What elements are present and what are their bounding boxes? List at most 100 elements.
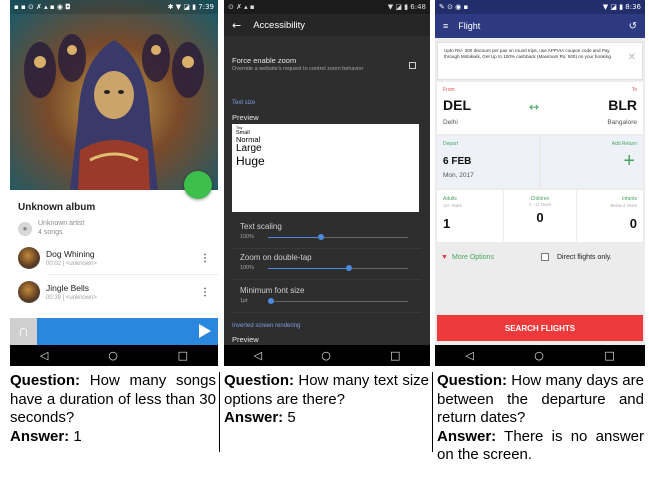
- music-screen: ▪ ▪ ⊙ ✗ ▴ ▪ ◉ ◘ ✱ ▼ ◪ ▮ 7:39 Unknown alb…: [10, 0, 218, 366]
- page-title: Accessibility: [253, 19, 305, 31]
- nav-bar: ◁ ○ □: [10, 345, 218, 366]
- more-options-toggle[interactable]: ▼ More Options: [441, 254, 494, 261]
- mini-player[interactable]: ∩: [10, 318, 218, 345]
- search-flights-button[interactable]: SEARCH FLIGHTS: [437, 315, 643, 341]
- slider-thumb[interactable]: [318, 234, 325, 240]
- children-count: 0: [536, 210, 544, 225]
- divider: [232, 312, 422, 313]
- headphones-icon: ∩: [10, 318, 37, 345]
- divider: [232, 248, 422, 249]
- return-box[interactable]: Add Return +: [541, 136, 643, 188]
- offer-text: Upto Rs/- 300 discount per pax on round …: [444, 48, 613, 59]
- question-label: Question:: [10, 372, 80, 389]
- adults-age: 12+ Years: [443, 203, 462, 208]
- date-row: Depart 6 FEB Mon, 2017 Add Return +: [437, 136, 643, 188]
- divider: [48, 274, 218, 275]
- preview-label: Preview: [232, 335, 259, 344]
- question-label: Question:: [224, 372, 294, 389]
- offer-banner: Upto Rs/- 300 discount per pax on round …: [437, 42, 643, 80]
- song-title: Dog Whining: [46, 248, 95, 259]
- adults-selector[interactable]: Adults 12+ Years 1: [437, 190, 503, 242]
- song-title: Jingle Bells: [46, 282, 89, 293]
- origin-code[interactable]: DEL: [443, 97, 471, 113]
- slider-fill: [268, 237, 322, 238]
- depart-box[interactable]: Depart 6 FEB Mon, 2017: [437, 136, 539, 188]
- status-icons-right: ▼ ◪ ▮ 6:48: [387, 3, 426, 11]
- song-thumbnail: [18, 281, 40, 303]
- back-icon[interactable]: ◁: [465, 349, 473, 362]
- swap-icon[interactable]: ↔: [529, 100, 539, 114]
- more-options-label: More Options: [451, 254, 494, 261]
- slider-thumb[interactable]: [346, 265, 353, 271]
- origin-city: Delhi: [443, 119, 458, 126]
- plus-icon[interactable]: +: [623, 150, 635, 173]
- depart-label: Depart: [443, 141, 459, 147]
- children-age: 2 - 11 Years: [528, 202, 552, 207]
- slider-label: Zoom on double-tap: [240, 253, 312, 262]
- infants-count: 0: [629, 216, 637, 231]
- passenger-row: Adults 12+ Years 1 Children 2 - 11 Years…: [437, 190, 643, 242]
- preview-huge: Huge: [236, 153, 265, 168]
- status-icons-left: ✎ ⊙ ◉ ▪: [439, 3, 469, 11]
- menu-icon[interactable]: ≡: [443, 21, 448, 31]
- slider-label: Text scaling: [240, 222, 282, 231]
- depart-date: 6 FEB: [443, 156, 472, 167]
- app-bar: ≡ Flight ↺: [435, 14, 645, 38]
- flight-panel: ✎ ⊙ ◉ ▪ ▼ ◪ ▮ 8:36 ≡ Flight ↺ Upto Rs/- …: [435, 0, 645, 366]
- answer-text: 5: [287, 409, 296, 426]
- status-bar: ✎ ⊙ ◉ ▪ ▼ ◪ ▮ 8:36: [435, 0, 645, 14]
- text-size-section-header: Text size: [232, 100, 256, 106]
- slider-track[interactable]: [268, 301, 408, 302]
- recents-icon[interactable]: □: [390, 349, 400, 362]
- qa-block: Question: How many days are between the …: [437, 372, 644, 465]
- force-zoom-label[interactable]: Force enable zoom: [232, 56, 296, 65]
- answer-label: Answer:: [437, 427, 497, 445]
- back-icon[interactable]: ◁: [254, 349, 262, 362]
- nav-bar: ◁ ○ □: [435, 345, 645, 366]
- home-icon[interactable]: ○: [321, 349, 331, 362]
- infants-age: Below 2 Years: [610, 203, 637, 208]
- direct-flights-option[interactable]: Direct flights only.: [541, 253, 612, 261]
- slider-value: 100%: [240, 265, 255, 271]
- more-options-icon[interactable]: ⋮: [200, 287, 210, 298]
- destination-code[interactable]: BLR: [608, 97, 637, 113]
- song-item[interactable]: Dog Whining 00:02 | <unknown> ⋮: [18, 247, 210, 269]
- route-card[interactable]: From To DEL BLR ↔ Delhi Bangalore: [437, 82, 643, 134]
- force-zoom-checkbox[interactable]: [409, 62, 416, 69]
- status-icons-right: ▼ ◪ ▮ 8:36: [602, 3, 641, 11]
- accessibility-screen: ⊙ ✗ ▴ ▪ ▼ ◪ ▮ 6:48 ← Accessibility Force…: [224, 0, 430, 366]
- song-thumbnail: [18, 247, 40, 269]
- infants-selector[interactable]: Infants Below 2 Years 0: [577, 190, 643, 242]
- back-icon[interactable]: ◁: [40, 349, 48, 362]
- inverted-rendering-section-header: Inverted screen rendering: [232, 323, 301, 329]
- play-icon[interactable]: [199, 324, 211, 338]
- from-label: From: [443, 87, 455, 93]
- back-arrow-icon[interactable]: ←: [232, 19, 241, 32]
- preview-label: Preview: [232, 113, 259, 122]
- direct-flights-checkbox[interactable]: [541, 253, 549, 261]
- song-duration: 00:02 | <unknown>: [46, 260, 97, 267]
- history-icon[interactable]: ↺: [629, 21, 637, 32]
- close-icon[interactable]: ✕: [628, 53, 636, 63]
- home-icon[interactable]: ○: [534, 349, 544, 362]
- status-icons-right: ✱ ▼ ◪ ▮ 7:39: [167, 3, 214, 11]
- slider-thumb[interactable]: [267, 298, 274, 304]
- play-fab-button[interactable]: [184, 171, 212, 199]
- album-title: Unknown album: [18, 202, 96, 213]
- status-bar: ⊙ ✗ ▴ ▪ ▼ ◪ ▮ 6:48: [224, 0, 430, 14]
- artist-avatar-icon: ●: [18, 222, 32, 236]
- column-divider: [432, 372, 433, 452]
- children-selector[interactable]: Children 2 - 11 Years 0: [503, 190, 577, 242]
- text-size-preview: Tiny Small Normal Large Huge: [232, 124, 419, 212]
- infants-label: Infants: [621, 196, 637, 202]
- answer-label: Answer:: [224, 409, 284, 426]
- recents-icon[interactable]: □: [178, 349, 188, 362]
- home-icon[interactable]: ○: [108, 349, 118, 362]
- artist-row[interactable]: ● Unknown artist 4 songs: [18, 219, 84, 237]
- recents-icon[interactable]: □: [604, 349, 614, 362]
- app-bar: ← Accessibility: [224, 14, 430, 36]
- preview-normal: Normal: [236, 135, 261, 145]
- more-options-icon[interactable]: ⋮: [200, 253, 210, 264]
- song-item[interactable]: Jingle Bells 00:39 | <unknown> ⋮: [18, 281, 210, 303]
- album-cover-art: [10, 0, 218, 190]
